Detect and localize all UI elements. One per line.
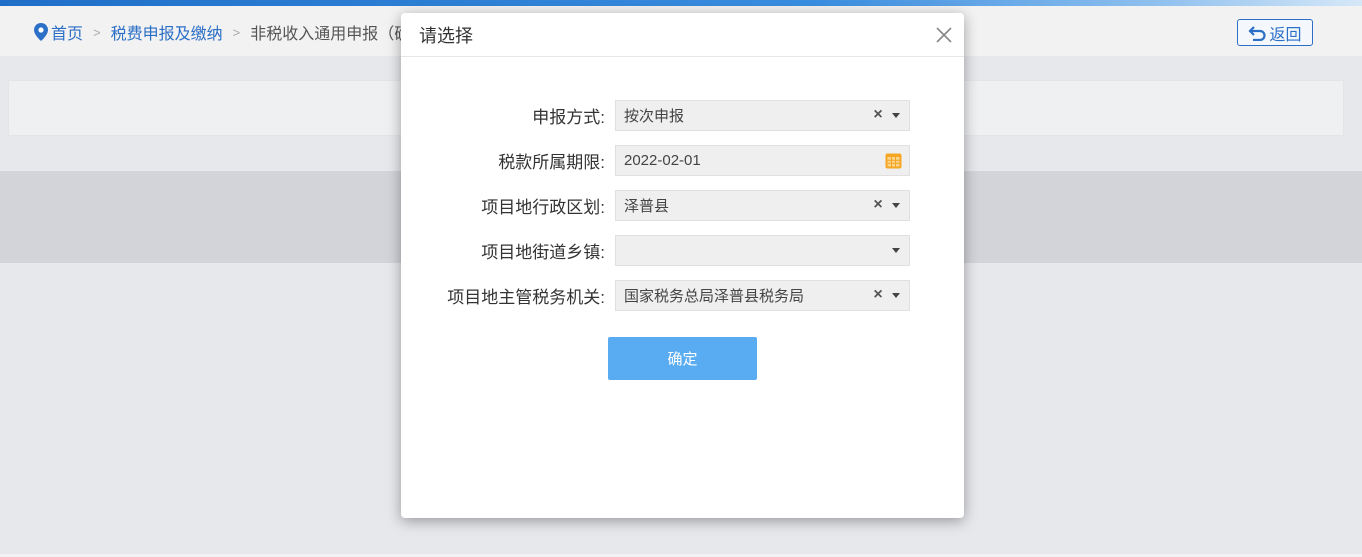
return-arrow-icon — [1248, 25, 1267, 41]
field-tax-authority: 项目地主管税务机关: 国家税务总局泽普县税务局 × — [401, 279, 964, 311]
dropdown-arrow-icon[interactable] — [892, 112, 900, 118]
field-label: 项目地行政区划: — [481, 197, 605, 217]
select-value: 国家税务总局泽普县税务局 — [624, 287, 805, 305]
filing-method-select[interactable]: 按次申报 × — [615, 99, 910, 131]
field-label: 项目地街道乡镇: — [481, 242, 605, 262]
dropdown-arrow-icon[interactable] — [892, 292, 900, 298]
admin-division-select[interactable]: 泽普县 × — [615, 189, 910, 221]
location-pin-icon — [34, 23, 48, 41]
field-label: 税款所属期限: — [498, 152, 605, 172]
select-value: 泽普县 — [624, 197, 670, 215]
close-icon[interactable] — [934, 25, 954, 45]
field-label: 申报方式: — [532, 107, 605, 127]
breadcrumb-home[interactable]: 首页 — [51, 20, 83, 44]
field-tax-period: 税款所属期限: 2022-02-01 — [401, 144, 964, 176]
breadcrumb: 首页 > 税费申报及缴纳 > 非税收入通用申报（确 — [34, 20, 410, 44]
breadcrumb-current: 非税收入通用申报（确 — [250, 26, 411, 43]
clear-icon[interactable]: × — [871, 286, 885, 304]
clear-icon[interactable]: × — [871, 196, 885, 214]
dialog-header: 请选择 — [401, 13, 964, 57]
field-admin-division: 项目地行政区划: 泽普县 × — [401, 189, 964, 221]
street-town-select[interactable] — [615, 234, 910, 266]
field-label: 项目地主管税务机关: — [447, 287, 605, 307]
breadcrumb-separator: > — [93, 24, 101, 40]
date-value: 2022-02-01 — [624, 151, 701, 169]
clear-icon[interactable]: × — [871, 106, 885, 124]
dropdown-arrow-icon[interactable] — [892, 202, 900, 208]
calendar-icon[interactable] — [885, 152, 902, 169]
dialog-title: 请选择 — [419, 25, 473, 46]
dropdown-arrow-icon[interactable] — [892, 247, 900, 253]
back-button-label: 返回 — [1269, 26, 1302, 44]
tax-period-date-input[interactable]: 2022-02-01 — [615, 144, 910, 176]
breadcrumb-separator: > — [232, 24, 241, 40]
confirm-button[interactable]: 确定 — [608, 337, 757, 380]
tax-authority-select[interactable]: 国家税务总局泽普县税务局 × — [615, 279, 910, 311]
field-filing-method: 申报方式: 按次申报 × — [401, 99, 964, 131]
select-value: 按次申报 — [624, 107, 685, 125]
select-dialog: 请选择 申报方式: 按次申报 × 税款所属期限: 2022-02-01 项目地行… — [401, 13, 964, 518]
breadcrumb-tax-filing[interactable]: 税费申报及缴纳 — [111, 20, 223, 44]
back-button[interactable]: 返回 — [1237, 19, 1313, 46]
field-street-town: 项目地街道乡镇: — [401, 234, 964, 266]
